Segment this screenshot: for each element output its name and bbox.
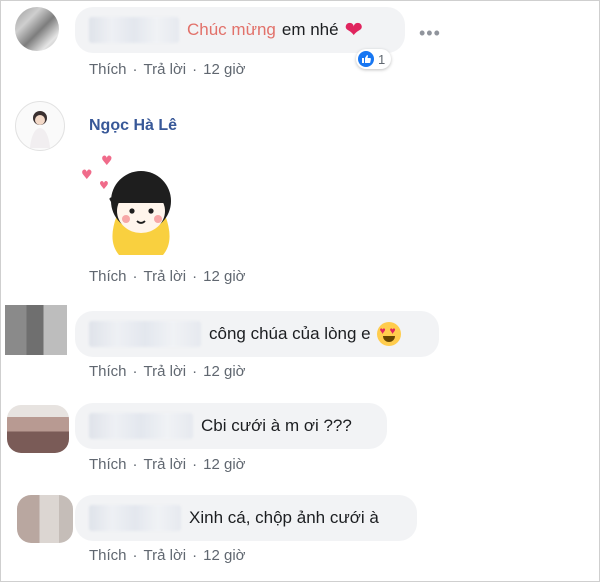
timestamp-link[interactable]: 12 giờ xyxy=(203,547,245,564)
timestamp-link[interactable]: 12 giờ xyxy=(203,61,245,78)
reaction-summary[interactable]: 1 xyxy=(356,49,392,69)
separator: · xyxy=(192,363,198,380)
reply-link[interactable]: Trả lời xyxy=(144,456,187,473)
timestamp-link[interactable]: 12 giờ xyxy=(203,363,245,380)
more-options-icon[interactable]: ••• xyxy=(419,23,441,44)
heart-emoji-icon: ❤ xyxy=(344,17,364,42)
comment-bubble: Cbi cưới à m ơi ??? xyxy=(75,403,387,449)
like-link[interactable]: Thích xyxy=(89,547,127,564)
timestamp-link[interactable]: 12 giờ xyxy=(203,268,245,285)
like-link[interactable]: Thích xyxy=(89,61,127,78)
reply-link[interactable]: Trả lời xyxy=(144,547,187,564)
like-link[interactable]: Thích xyxy=(89,363,127,380)
svg-text:♥: ♥ xyxy=(101,154,113,169)
comment-text: Cbi cưới à m ơi ??? xyxy=(201,416,352,435)
separator: · xyxy=(132,61,138,78)
like-link[interactable]: Thích xyxy=(89,268,127,285)
separator: · xyxy=(132,268,138,285)
blurred-author-name[interactable] xyxy=(89,413,193,439)
separator: · xyxy=(192,61,198,78)
separator: · xyxy=(192,456,198,473)
comment-actions: Thích · Trả lời · 12 giờ xyxy=(89,456,246,473)
comment-actions: Thích · Trả lời · 12 giờ xyxy=(89,268,246,285)
avatar[interactable] xyxy=(5,305,67,355)
reply-link[interactable]: Trả lời xyxy=(144,363,187,380)
comment-bubble: Xinh cá, chộp ảnh cưới à xyxy=(75,495,417,541)
separator: · xyxy=(192,547,198,564)
comment-actions: Thích · Trả lời · 12 giờ xyxy=(89,61,246,78)
avatar[interactable] xyxy=(7,405,69,453)
comment-text: công chúa của lòng e xyxy=(209,324,371,343)
comment-text: Xinh cá, chộp ảnh cưới à xyxy=(189,508,379,527)
comment-bubble: công chúa của lòng e ♥ ♥ xyxy=(75,311,439,357)
timestamp-link[interactable]: 12 giờ xyxy=(203,456,245,473)
like-link[interactable]: Thích xyxy=(89,456,127,473)
blurred-author-name[interactable] xyxy=(89,17,179,43)
separator: · xyxy=(132,363,138,380)
comment-actions: Thích · Trả lời · 12 giờ xyxy=(89,363,246,380)
svg-text:♥: ♥ xyxy=(81,168,93,183)
comment-actions: Thích · Trả lời · 12 giờ xyxy=(89,547,246,564)
blurred-author-name[interactable] xyxy=(89,505,181,531)
reaction-count: 1 xyxy=(378,51,386,67)
comment-bubble: Chúc mừng em nhé ❤ xyxy=(75,7,405,53)
comment-text: em nhé xyxy=(281,20,339,39)
girl-sticker: ♥ ♥ ♥ xyxy=(79,149,189,259)
svg-text:♥: ♥ xyxy=(99,179,109,192)
separator: · xyxy=(132,456,138,473)
comment-highlight-text: Chúc mừng xyxy=(187,20,276,39)
author-name[interactable]: Ngọc Hà Lê xyxy=(89,117,177,135)
profile-photo-icon xyxy=(30,111,50,148)
separator: · xyxy=(192,268,198,285)
avatar[interactable] xyxy=(17,495,73,543)
reply-link[interactable]: Trả lời xyxy=(144,268,187,285)
blurred-author-name[interactable] xyxy=(89,321,201,347)
avatar[interactable] xyxy=(15,101,65,151)
heart-eyes-emoji-icon: ♥ ♥ xyxy=(376,322,401,346)
like-reaction-icon xyxy=(358,51,374,67)
separator: · xyxy=(132,547,138,564)
avatar[interactable] xyxy=(15,7,59,51)
reply-link[interactable]: Trả lời xyxy=(144,61,187,78)
